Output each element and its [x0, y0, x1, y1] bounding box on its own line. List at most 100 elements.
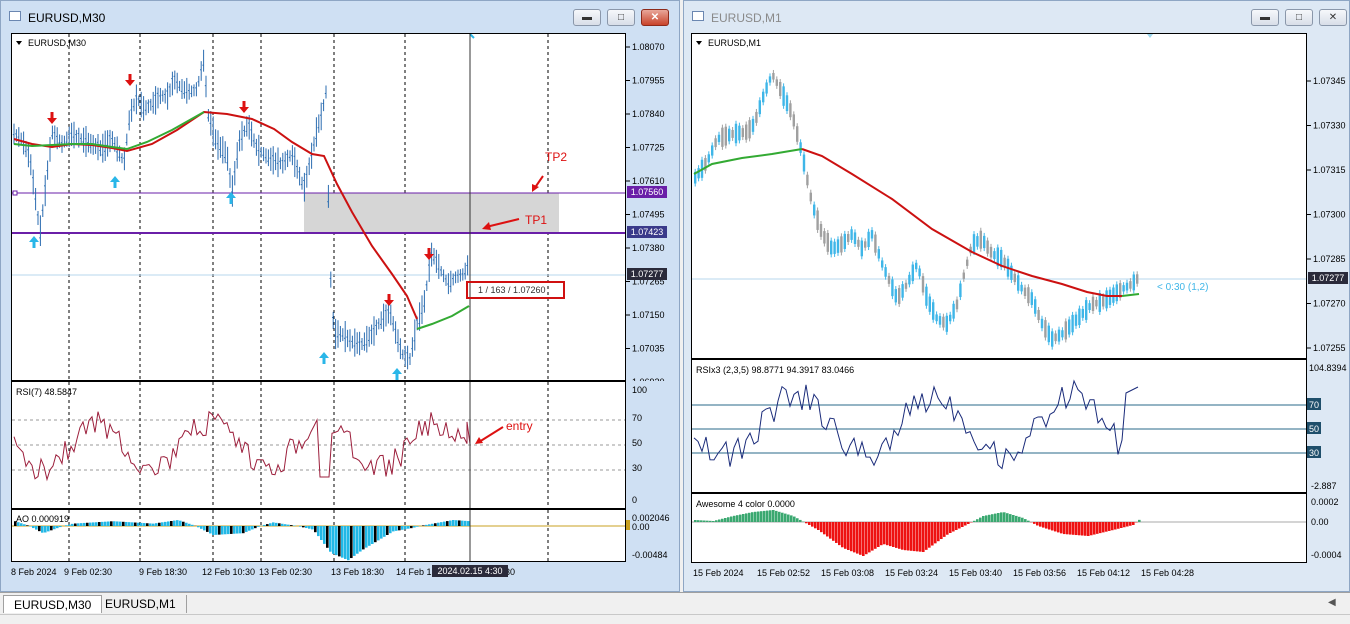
ao-bar — [146, 523, 149, 526]
price-scale-m1[interactable]: 1.07345 1.07330 1.07315 1.07300 1.07285 1.072… — [1307, 33, 1350, 359]
time-tick-label: 8 Feb 2024 — [11, 567, 57, 577]
buy-arrow-icon — [29, 236, 39, 248]
ao-bar — [122, 521, 125, 526]
price-tick-label: 1.07150 — [632, 310, 665, 320]
chart-window-m1[interactable]: EURUSD,M1 ▬ □ ✕ < 0:30 (1,2) EURUSD,M1 1… — [683, 0, 1350, 592]
ao4-bar — [796, 518, 799, 522]
ao-bar — [239, 526, 242, 534]
ao4-bar — [937, 522, 940, 542]
ao-bar — [86, 522, 89, 526]
ao-bar — [125, 521, 128, 526]
ao-bar — [170, 521, 173, 526]
ao4-subwindow-m1[interactable]: Awesome 4 color 0.0000 — [691, 493, 1307, 563]
rsi3-subwindow-m1[interactable]: RSIx3 (2,3,5) 98.8771 94.3917 83.0466 — [691, 359, 1307, 493]
ao-bar — [212, 526, 215, 535]
price-tick-label: 1.07300 — [1313, 210, 1346, 220]
ao-bar — [113, 521, 116, 526]
ao4-bar — [1114, 522, 1117, 530]
ao-bar — [128, 522, 131, 526]
annotation-arrow-entry — [475, 426, 504, 444]
ao-bar — [389, 526, 392, 534]
ao4-bar — [1003, 512, 1006, 522]
ao-subwindow-m30[interactable]: AO 0.000919 — [11, 509, 626, 562]
time-axis-m30[interactable]: 8 Feb 2024 9 Feb 02:30 9 Feb 18:30 12 Feb 1… — [11, 562, 626, 580]
ao-bar — [38, 526, 41, 532]
rsi-subwindow-m30[interactable]: RSI(7) 48.5847 entry — [11, 381, 626, 509]
time-axis-m1[interactable]: 15 Feb 2024 15 Feb 02:52 15 Feb 03:08 15 Fe… — [691, 563, 1307, 581]
chart-dropdown-icon[interactable] — [16, 41, 22, 45]
ao-bar — [227, 526, 230, 535]
ao4-bar — [1072, 522, 1075, 535]
price-tick-label: 1.07955 — [632, 76, 665, 86]
time-tick-label: 9 Feb 02:30 — [64, 567, 112, 577]
ao4-bar — [1042, 522, 1045, 528]
price-chart-m30[interactable]: 1 / 163 / 1.07260 TP2 TP1 EURUSD,M30 — [11, 33, 626, 381]
maximize-icon[interactable]: □ — [607, 9, 635, 26]
price-tick-label: 1.07725 — [632, 143, 665, 153]
ao4-bar — [769, 510, 772, 522]
ao4-bar — [901, 522, 904, 550]
window-titlebar[interactable]: EURUSD,M30 ▬ □ ✕ — [1, 1, 679, 31]
ao4-bar — [1090, 522, 1093, 536]
minimize-icon[interactable]: ▬ — [1251, 9, 1279, 26]
chart-dropdown-icon[interactable] — [696, 41, 702, 45]
close-icon[interactable]: ✕ — [1319, 9, 1347, 26]
ao4-bar — [1024, 519, 1027, 522]
ao-bar — [53, 526, 56, 530]
ao-bar — [245, 526, 248, 532]
price-tick-label: 1.07285 — [1313, 254, 1346, 264]
ao4-bar — [730, 516, 733, 522]
ao-bar — [248, 526, 251, 531]
ao4-bar — [844, 522, 847, 549]
ao4-bar — [1066, 522, 1069, 535]
ao-bar — [32, 526, 35, 529]
price-tick-label: 1.07315 — [1313, 165, 1346, 175]
ao-bar — [311, 526, 314, 530]
close-icon[interactable]: ✕ — [641, 9, 669, 26]
price-chart-m1[interactable]: < 0:30 (1,2) EURUSD,M1 — [691, 33, 1307, 359]
scroll-left-icon[interactable]: ◀ — [1328, 597, 1336, 608]
time-tick-label: 14 Feb 1 — [396, 567, 432, 577]
minimize-icon[interactable]: ▬ — [573, 9, 601, 26]
price-tick-label: 1.07840 — [632, 109, 665, 119]
price-tick-label: 1.07345 — [1313, 76, 1346, 86]
rsi3-level-50-label: 50 — [1309, 424, 1319, 434]
zone-rectangle[interactable] — [304, 193, 559, 233]
annotation-entry: entry — [506, 419, 533, 433]
tab-eurusd-m1[interactable]: EURUSD,M1 — [95, 595, 187, 613]
price-scale-m30[interactable]: 1.08070 1.07955 1.07840 1.07725 1.07610 1.074… — [626, 33, 681, 387]
ao-bar — [203, 526, 206, 531]
buy-arrow-icon — [110, 176, 120, 188]
window-titlebar-m1[interactable]: EURUSD,M1 ▬ □ ✕ — [684, 1, 1349, 31]
ao4-bar — [886, 522, 889, 546]
ao4-bar — [835, 522, 838, 543]
maximize-icon[interactable]: □ — [1285, 9, 1313, 26]
ao4-bar — [988, 514, 991, 522]
ao4-bar — [724, 518, 727, 522]
buy-arrow-icon — [469, 34, 475, 39]
ao-bar — [176, 520, 179, 526]
ao4-bar — [784, 513, 787, 522]
ao4-bar — [904, 522, 907, 551]
ao4-bar — [733, 515, 736, 522]
moving-average-green-m1 — [693, 148, 803, 175]
ao4-bar — [1048, 522, 1051, 530]
ao4-bar — [1084, 522, 1087, 536]
ao4-bar — [1102, 522, 1105, 533]
ao-bar — [263, 524, 266, 526]
dragged-object-handle[interactable] — [12, 190, 18, 196]
ao4-bar — [991, 514, 994, 522]
ao4-bar — [811, 522, 814, 527]
chart-window-m30[interactable]: EURUSD,M30 ▬ □ ✕ 1 / 163 / 1.07260 TP2 T… — [0, 0, 680, 592]
ao-bar — [383, 526, 386, 537]
ao4-bar — [721, 518, 724, 522]
ao-bar — [308, 526, 311, 529]
tab-eurusd-m30[interactable]: EURUSD,M30 — [3, 595, 103, 613]
ao4-bar — [916, 522, 919, 552]
ao4-bar — [1012, 515, 1015, 522]
ao-bar — [398, 526, 401, 531]
ao-bar — [29, 526, 32, 527]
ao4-bar — [1087, 522, 1090, 536]
ao4-bar — [967, 522, 970, 524]
ao-bar — [149, 523, 152, 526]
